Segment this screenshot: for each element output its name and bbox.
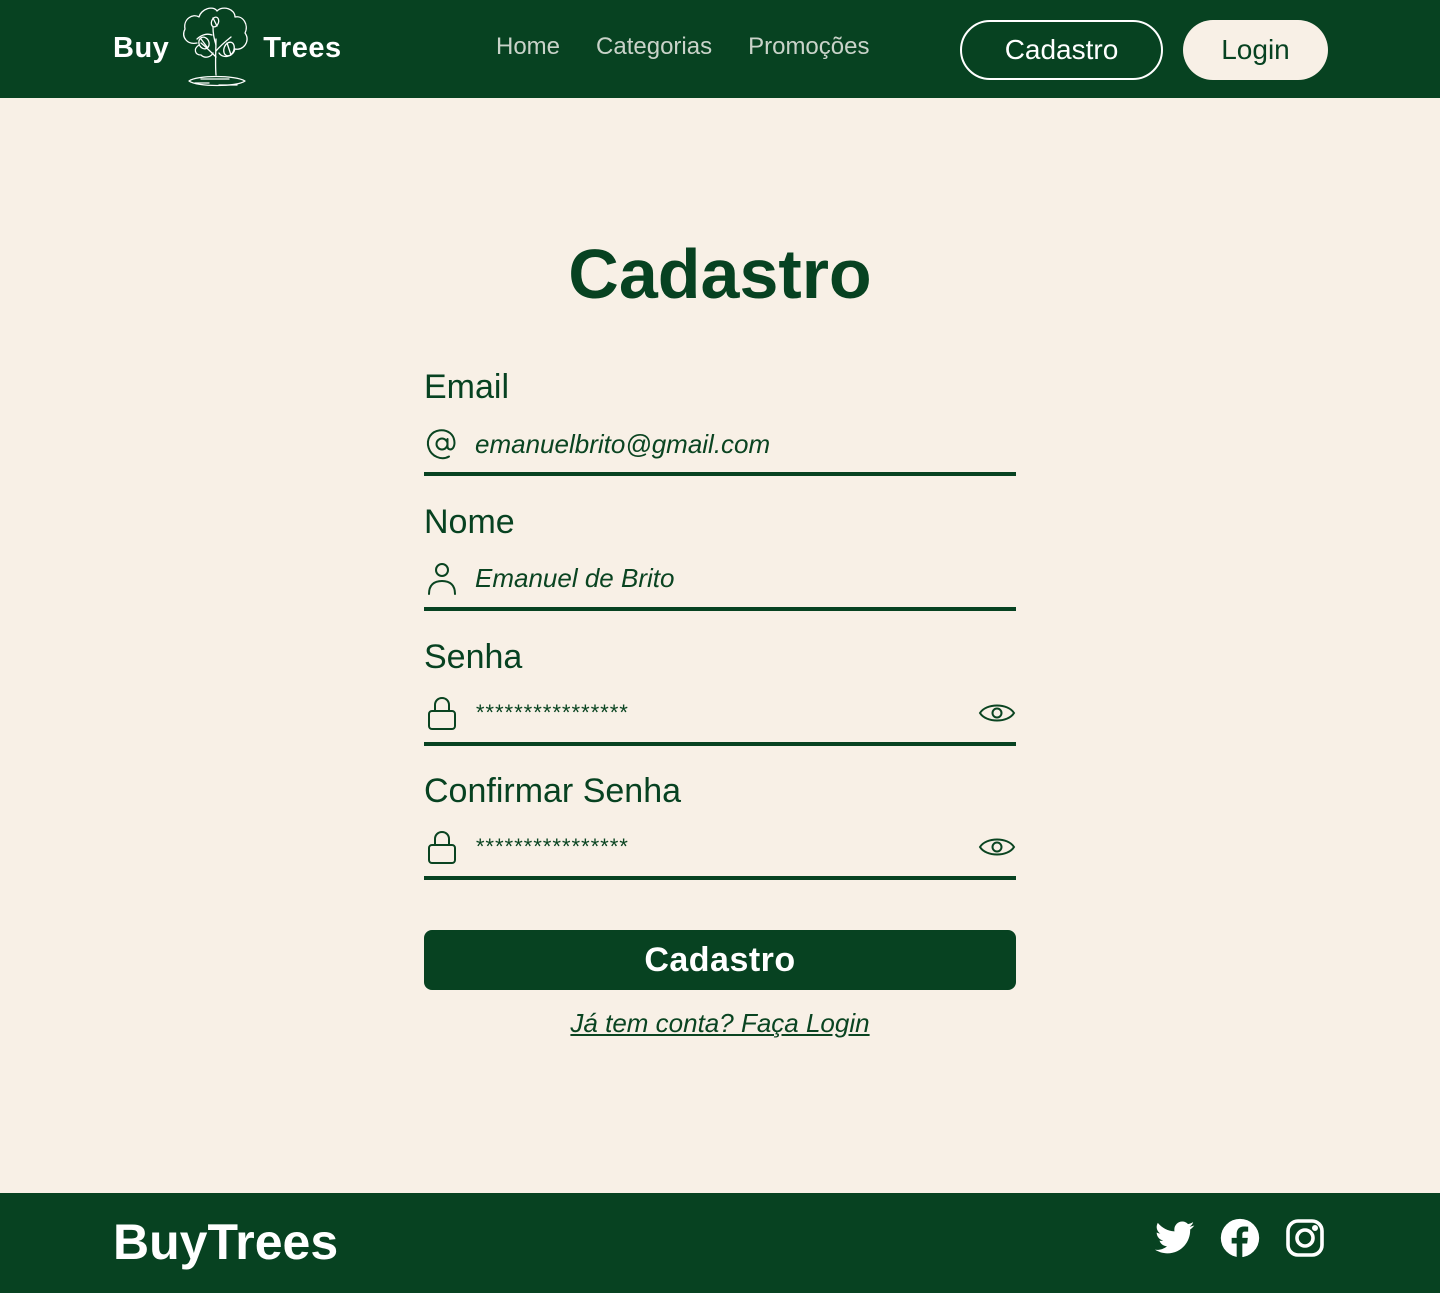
header-signup-button[interactable]: Cadastro [960, 20, 1163, 80]
name-field: Nome Emanuel de Brito [424, 503, 1016, 613]
password-input[interactable]: **************** [475, 700, 978, 726]
confirm-password-input-row[interactable]: **************** [424, 827, 1016, 867]
email-field: Email emanuelbrito@gmail.com [424, 368, 1016, 478]
name-label: Nome [424, 503, 515, 541]
main-nav: Home Categorias Promoções [496, 33, 869, 61]
password-field: Senha **************** [424, 638, 1016, 748]
user-icon [424, 560, 460, 596]
name-input-row[interactable]: Emanuel de Brito [424, 558, 1016, 598]
confirm-password-input[interactable]: **************** [475, 834, 978, 860]
password-input-row[interactable]: **************** [424, 693, 1016, 733]
footer: BuyTrees [0, 1193, 1440, 1293]
twitter-icon[interactable] [1154, 1217, 1196, 1259]
confirm-password-underline [424, 876, 1016, 880]
page-title: Cadastro [568, 235, 872, 313]
name-input[interactable]: Emanuel de Brito [475, 563, 1016, 594]
email-input-row[interactable]: emanuelbrito@gmail.com [424, 424, 1016, 464]
tree-logo-icon [183, 7, 249, 87]
header-login-button[interactable]: Login [1183, 20, 1328, 80]
logo-text-buy: Buy [113, 31, 170, 64]
footer-brand: BuyTrees [113, 1214, 339, 1270]
email-underline [424, 472, 1016, 476]
confirm-password-label: Confirmar Senha [424, 772, 682, 810]
nav-promocoes[interactable]: Promoções [748, 33, 869, 61]
password-underline [424, 742, 1016, 746]
confirm-password-field: Confirmar Senha **************** [424, 772, 1016, 882]
email-input[interactable]: emanuelbrito@gmail.com [475, 429, 1016, 460]
instagram-icon[interactable] [1284, 1217, 1326, 1259]
email-label: Email [424, 368, 510, 406]
lock-icon [424, 829, 460, 865]
brand-logo[interactable]: Buy Trees [113, 4, 342, 92]
at-icon [424, 426, 460, 462]
lock-icon [424, 695, 460, 731]
login-link[interactable]: Já tem conta? Faça Login [0, 1008, 1440, 1039]
password-label: Senha [424, 638, 523, 676]
eye-icon[interactable] [978, 832, 1016, 862]
top-header: Buy Trees Home Categorias Promoções Cada… [0, 0, 1440, 98]
submit-signup-button[interactable]: Cadastro [424, 930, 1016, 990]
nav-home[interactable]: Home [496, 33, 560, 61]
facebook-icon[interactable] [1219, 1217, 1261, 1259]
name-underline [424, 607, 1016, 611]
nav-categorias[interactable]: Categorias [596, 33, 712, 61]
eye-icon[interactable] [978, 698, 1016, 728]
logo-text-trees: Trees [263, 31, 342, 64]
